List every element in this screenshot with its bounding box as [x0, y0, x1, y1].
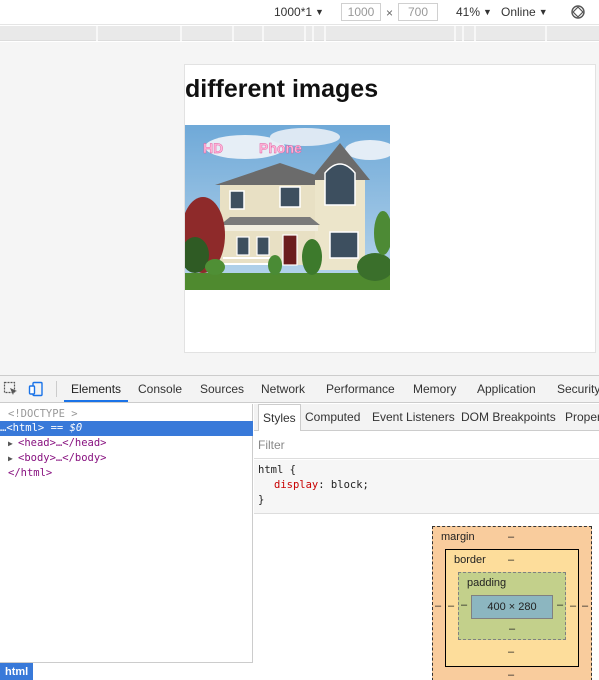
tab-computed[interactable]: Computed: [305, 404, 360, 431]
emulated-viewport-area: different images HD Phone: [0, 42, 599, 375]
image-overlay-phone: Phone: [259, 140, 302, 156]
zoom-dropdown[interactable]: 41% ▼: [456, 5, 492, 19]
tab-styles[interactable]: Styles: [258, 404, 301, 431]
tab-sources[interactable]: Sources: [200, 376, 244, 402]
tree-doctype[interactable]: <!DOCTYPE >: [0, 407, 253, 422]
tab-network[interactable]: Network: [261, 376, 305, 402]
dimension-separator: ×: [386, 6, 394, 20]
width-input[interactable]: 1000: [341, 3, 381, 21]
device-frame: different images HD Phone: [184, 64, 596, 353]
device-dimensions-dropdown[interactable]: 1000*1 ▼: [274, 5, 324, 19]
tab-dom-breakpoints[interactable]: DOM Breakpoints: [461, 404, 556, 431]
height-input[interactable]: 700: [398, 3, 438, 21]
devtools-panel: Elements Console Sources Network Perform…: [0, 375, 599, 680]
box-model-border: border – – – – padding – – – 400 × 280: [445, 549, 579, 667]
box-model-content: 400 × 280: [471, 595, 553, 619]
inspect-element-icon[interactable]: [3, 381, 19, 397]
css-rule-html[interactable]: html { display: block; }: [254, 460, 599, 514]
box-model-margin: margin – – – – border – – – – padding – …: [432, 526, 592, 680]
chevron-down-icon: ▼: [483, 7, 492, 17]
tab-security[interactable]: Security: [557, 376, 599, 402]
house-image: HD Phone: [185, 125, 390, 290]
tab-event-listeners[interactable]: Event Listeners: [372, 404, 455, 431]
filter-input[interactable]: Filter: [258, 438, 458, 452]
tab-console[interactable]: Console: [138, 376, 182, 402]
tree-html-selected[interactable]: …<html> == $0: [0, 421, 253, 436]
styles-tab-bar: Styles Computed Event Listeners DOM Brea…: [254, 404, 599, 431]
tab-properties[interactable]: Proper: [565, 404, 599, 431]
padding-label: padding: [467, 577, 507, 589]
elements-tree: <!DOCTYPE > …<html> == $0 ▶ <head>…</head…: [0, 404, 253, 680]
box-model-area: margin – – – – border – – – – padding – …: [254, 515, 599, 680]
devtools-tab-bar: Elements Console Sources Network Perform…: [0, 376, 599, 403]
rule-close: }: [258, 494, 265, 506]
device-toolbar: 1000*1 ▼ 1000 × 700 41% ▼ Online ▼: [0, 0, 599, 25]
image-overlay-hd: HD: [203, 140, 223, 156]
device-toolbar-icon[interactable]: [28, 381, 44, 397]
rule-declaration[interactable]: display: block;: [258, 478, 595, 493]
tab-memory[interactable]: Memory: [413, 376, 456, 402]
breadcrumb-html[interactable]: html: [0, 663, 34, 680]
tree-body[interactable]: ▶ <body>…</body>: [0, 451, 253, 466]
chevron-down-icon: ▼: [538, 7, 548, 17]
throttle-dropdown[interactable]: Online ▼: [501, 5, 548, 19]
tree-html-close[interactable]: </html>: [0, 466, 253, 481]
page-heading: different images: [185, 75, 379, 103]
tab-performance[interactable]: Performance: [326, 376, 395, 402]
expand-triangle-icon[interactable]: ▶: [8, 436, 18, 451]
styles-sidebar: Styles Computed Event Listeners DOM Brea…: [254, 404, 599, 680]
tab-application[interactable]: Application: [477, 376, 536, 402]
media-query-ruler[interactable]: [0, 26, 599, 41]
border-label: border: [454, 554, 486, 566]
tree-head[interactable]: ▶ <head>…</head>: [0, 436, 253, 451]
breadcrumb: html: [0, 662, 253, 680]
expand-triangle-icon[interactable]: ▶: [8, 451, 18, 466]
box-model-padding: padding – – – 400 × 280: [458, 572, 566, 640]
chevron-down-icon: ▼: [315, 7, 324, 17]
tab-elements[interactable]: Elements: [64, 376, 129, 402]
rotate-icon[interactable]: [570, 4, 586, 20]
rule-selector: html {: [258, 464, 296, 476]
filter-row: Filter: [254, 432, 599, 459]
margin-label: margin: [441, 531, 475, 543]
